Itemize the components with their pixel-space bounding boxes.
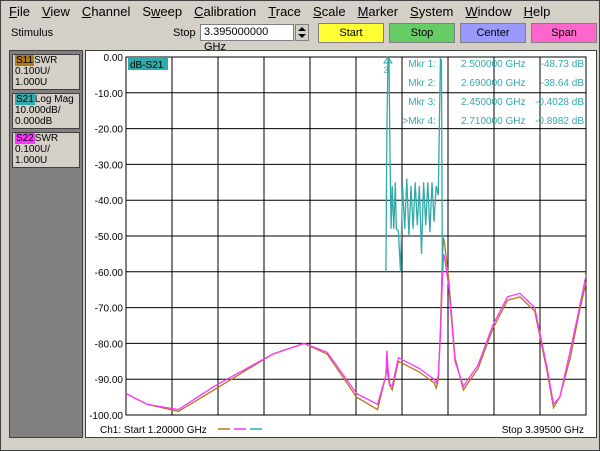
trace-s22-ref: 1.000U — [15, 155, 48, 166]
trace-s21-scale: 10.000dB/ — [15, 105, 61, 116]
trace-s11-format: SWR — [34, 55, 58, 66]
trace-s11-ref: 1.000U — [15, 77, 48, 88]
center-button[interactable]: Center — [460, 23, 526, 43]
footer-start-label: Ch1: Start 1.20000 GHz — [100, 425, 207, 436]
menu-scale[interactable]: Scale — [313, 3, 346, 21]
menu-system[interactable]: System — [410, 3, 453, 21]
marker-label: >Mkr 4: — [402, 116, 436, 127]
trace-s22-box[interactable]: S22SWR 0.100U/ 1.000U — [12, 132, 80, 168]
y-tick-label: -90.00 — [95, 375, 124, 386]
analyzer-window: File View Channel Sweep Calibration Trace Scal… — [0, 0, 600, 451]
stimulus-toolbar: Stimulus Stop 3.395000000 GHz Start Stop… — [3, 22, 597, 53]
y-tick-label: -40.00 — [95, 196, 124, 207]
stimulus-label: Stimulus — [11, 27, 54, 39]
active-trace-label: dB-S21 — [130, 60, 164, 71]
menu-bar: File View Channel Sweep Calibration Trace Scal… — [3, 3, 597, 21]
menu-trace[interactable]: Trace — [268, 3, 301, 21]
menu-help[interactable]: Help — [524, 3, 551, 21]
marker-frequency: 2.500000 GHz — [461, 59, 526, 70]
stop-frequency-spinner[interactable] — [295, 24, 309, 41]
trace-s21-format: Log Mag — [34, 94, 74, 105]
marker-3-flag: 3 — [383, 65, 388, 75]
marker-label: Mkr 1: — [408, 59, 436, 70]
footer-stop-label: Stop 3.39500 GHz — [502, 425, 584, 436]
y-tick-label: -100.00 — [89, 411, 123, 422]
marker-value: -0.4028 dB — [535, 97, 584, 108]
trace-s11-box[interactable]: S11SWR 0.100U/ 1.000U — [12, 54, 80, 90]
trace-s21-ref: 0.000dB — [15, 116, 53, 127]
y-tick-label: -50.00 — [95, 232, 124, 243]
trace-s11-scale: 0.100U/ — [15, 66, 51, 77]
menu-window[interactable]: Window — [465, 3, 511, 21]
trace-s21-tag: S21 — [15, 94, 35, 105]
marker-frequency: 2.450000 GHz — [461, 97, 526, 108]
y-tick-label: -20.00 — [95, 125, 124, 136]
start-button[interactable]: Start — [318, 23, 384, 43]
stop-button[interactable]: Stop — [389, 23, 455, 43]
trace-status-panel: S11SWR 0.100U/ 1.000U S21Log Mag 10.000d… — [9, 50, 83, 438]
menu-sweep[interactable]: Sweep — [142, 3, 182, 21]
marker-frequency: 2.710000 GHz — [461, 116, 526, 127]
span-button[interactable]: Span — [531, 23, 597, 43]
marker-frequency: 2.690000 GHz — [461, 78, 526, 89]
trace-s22-format: SWR — [34, 133, 59, 144]
marker-value: -0.8982 dB — [535, 116, 584, 127]
spinner-down-icon[interactable] — [298, 34, 306, 38]
y-tick-label: -60.00 — [95, 268, 124, 279]
y-tick-label: -80.00 — [95, 339, 124, 350]
menu-file[interactable]: File — [9, 3, 30, 21]
stop-label: Stop — [173, 27, 196, 39]
trace-s22-tag: S22 — [15, 133, 35, 144]
marker-label: Mkr 3: — [408, 97, 436, 108]
y-tick-label: -30.00 — [95, 160, 124, 171]
measurement-chart[interactable]: 0.00 -10.00 -20.00 -30.00 -40.00 -50.00 -60.00… — [85, 50, 597, 438]
menu-marker[interactable]: Marker — [358, 3, 398, 21]
spinner-up-icon[interactable] — [298, 27, 306, 31]
menu-calibration[interactable]: Calibration — [194, 3, 256, 21]
marker-value: -48.73 dB — [541, 59, 585, 70]
y-tick-label: -70.00 — [95, 304, 124, 315]
y-tick-label: -10.00 — [95, 89, 124, 100]
trace-s22-scale: 0.100U/ — [15, 144, 51, 155]
trace-s21-box[interactable]: S21Log Mag 10.000dB/ 0.000dB — [12, 93, 80, 129]
stop-frequency-input[interactable]: 3.395000000 GHz — [200, 24, 294, 53]
marker-label: Mkr 2: — [408, 78, 436, 89]
menu-channel[interactable]: Channel — [82, 3, 130, 21]
menu-view[interactable]: View — [42, 3, 70, 21]
trace-s11-tag: S11 — [15, 55, 35, 66]
chart-svg: 0.00 -10.00 -20.00 -30.00 -40.00 -50.00 -60.00… — [89, 53, 587, 436]
marker-value: -38.64 dB — [541, 78, 585, 89]
y-tick-label: 0.00 — [104, 53, 124, 64]
